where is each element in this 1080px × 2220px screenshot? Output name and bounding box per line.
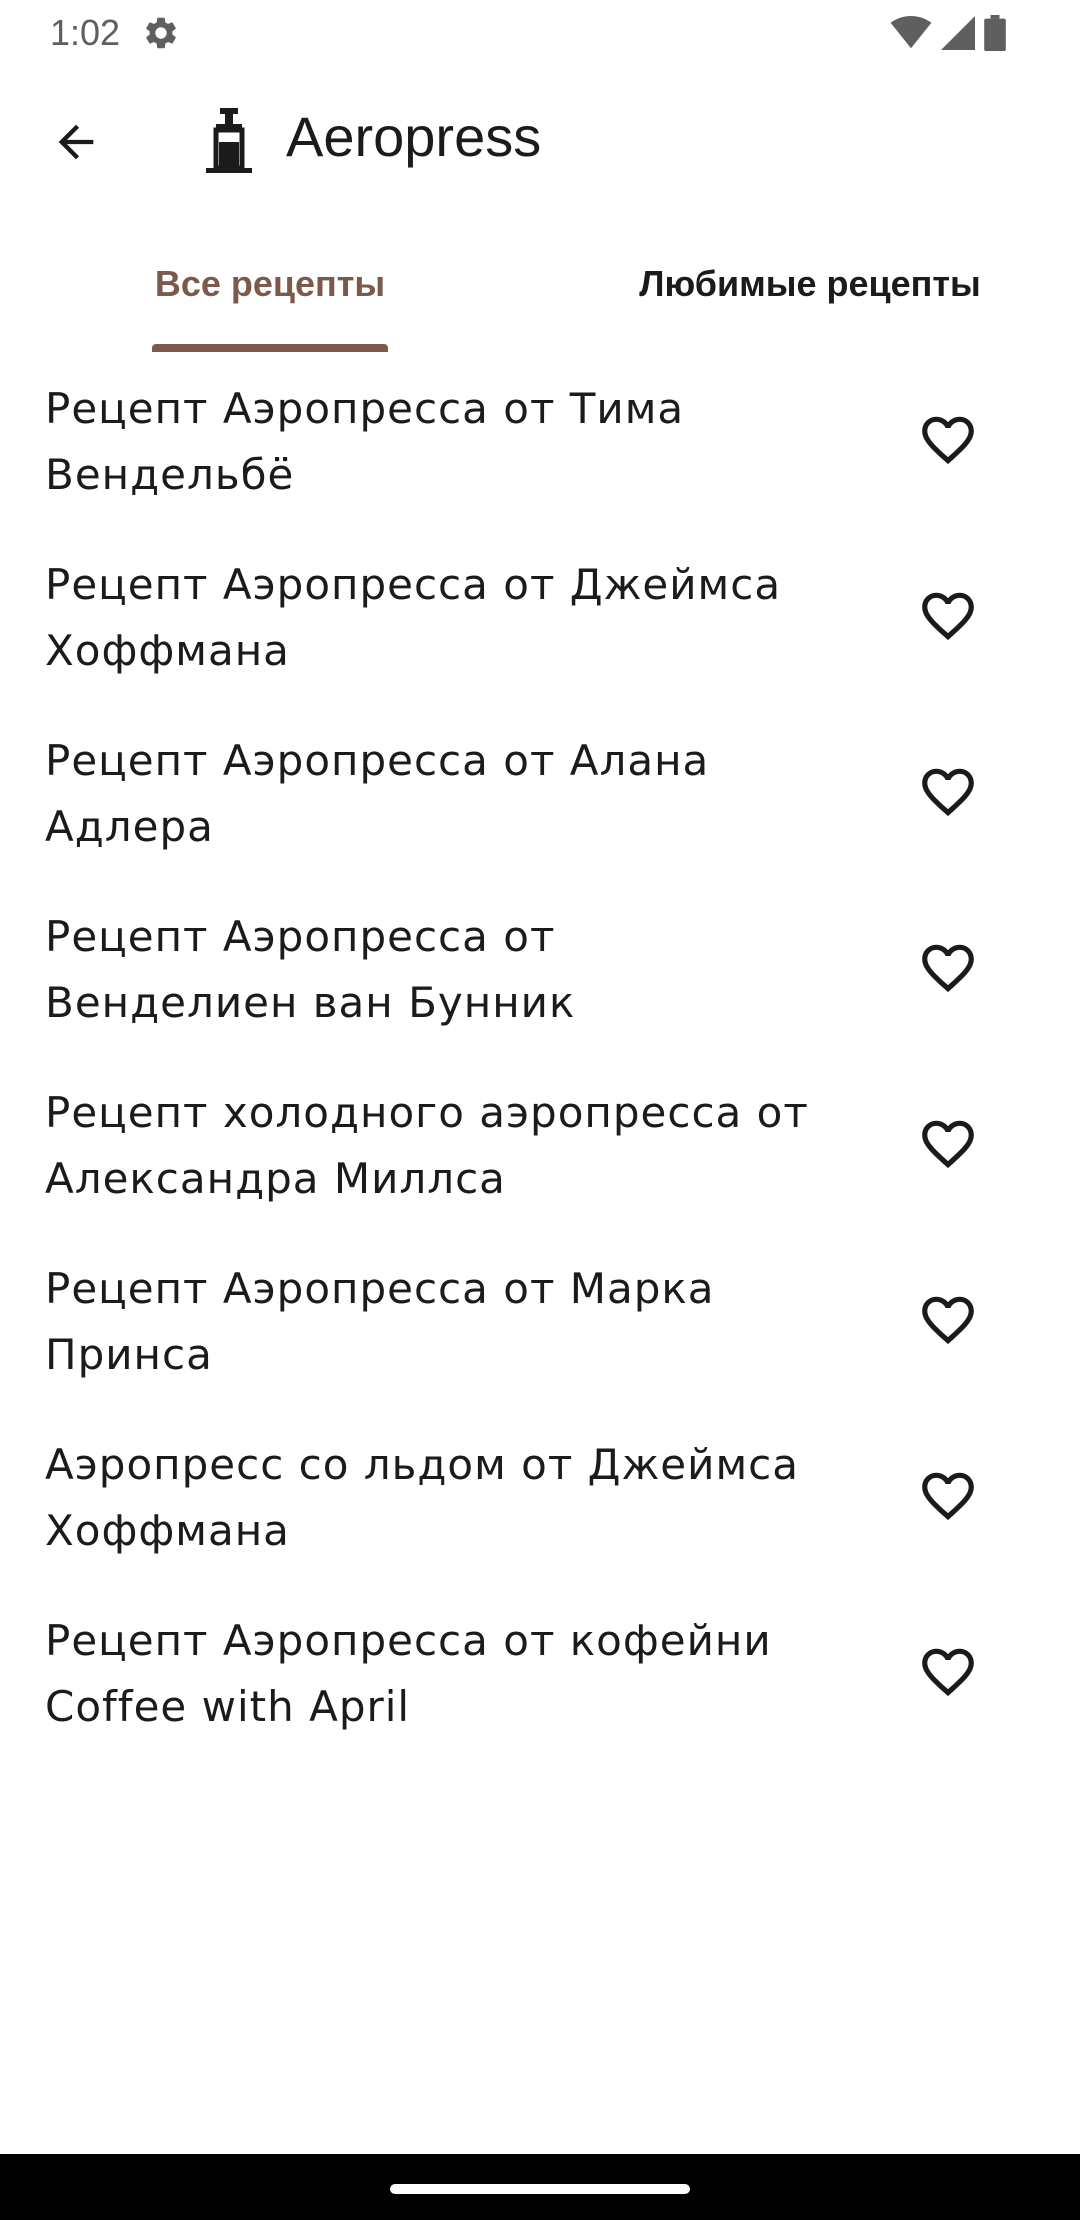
aeropress-icon (206, 108, 252, 173)
navigation-bar (0, 2154, 1080, 2220)
recipe-list: Рецепт Аэропресса от Тима Вендельбё Реце… (0, 352, 1080, 1760)
signal-icon (941, 16, 975, 50)
favorite-button[interactable] (908, 756, 988, 828)
status-icons (890, 14, 1006, 52)
list-item[interactable]: Рецепт Аэропресса от Тима Вендельбё (0, 352, 1080, 528)
list-item[interactable]: Рецепт Аэропресса от Алана Адлера (0, 704, 1080, 880)
gear-icon (146, 17, 176, 49)
back-button[interactable] (40, 106, 112, 178)
arrow-back-icon (58, 124, 94, 160)
favorite-button[interactable] (908, 404, 988, 476)
favorite-button[interactable] (908, 580, 988, 652)
tab-indicator (152, 344, 388, 352)
tab-favorite-recipes[interactable]: Любимые рецепты (540, 216, 1080, 352)
list-item[interactable]: Аэропресс со льдом от Джеймса Хоффмана (0, 1408, 1080, 1584)
favorite-button[interactable] (908, 1636, 988, 1708)
battery-icon (984, 15, 1006, 51)
list-item[interactable]: Рецепт Аэропресса от Венделиен ван Бунни… (0, 880, 1080, 1056)
heart-outline-icon (922, 1648, 974, 1697)
recipe-name: Рецепт Аэропресса от кофейни Coffee with… (45, 1616, 772, 1731)
heart-outline-icon (922, 1296, 974, 1345)
list-item[interactable]: Рецепт холодного аэропресса от Александр… (0, 1056, 1080, 1232)
app-bar: Aeropress (0, 66, 1080, 216)
list-item[interactable]: Рецепт Аэропресса от Джеймса Хоффмана (0, 528, 1080, 704)
list-item[interactable]: Рецепт Аэропресса от кофейни Coffee with… (0, 1584, 1080, 1760)
wifi-icon (890, 16, 932, 49)
recipe-name: Рецепт Аэропресса от Тима Вендельбё (45, 384, 685, 499)
status-time: 1:02 (50, 12, 121, 53)
list-item[interactable]: Рецепт Аэропресса от Марка Принса (0, 1232, 1080, 1408)
favorite-button[interactable] (908, 932, 988, 1004)
recipe-name: Рецепт Аэропресса от Алана Адлера (45, 736, 710, 851)
favorite-button[interactable] (908, 1284, 988, 1356)
favorite-button[interactable] (908, 1460, 988, 1532)
heart-outline-icon (922, 1472, 974, 1521)
tab-bar: Все рецепты Любимые рецепты (0, 216, 1080, 352)
favorite-button[interactable] (908, 1108, 988, 1180)
recipe-name: Рецепт Аэропресса от Марка Принса (45, 1264, 715, 1379)
recipe-name: Рецепт Аэропресса от Венделиен ван Бунни… (45, 912, 576, 1027)
heart-outline-icon (922, 768, 974, 817)
heart-outline-icon (922, 1120, 974, 1169)
heart-outline-icon (922, 416, 974, 465)
recipe-name: Аэропресс со льдом от Джеймса Хоффмана (45, 1440, 799, 1555)
page-title: Aeropress (286, 105, 542, 168)
tab-all-recipes[interactable]: Все рецепты (0, 216, 540, 352)
heart-outline-icon (922, 944, 974, 993)
recipe-name: Рецепт холодного аэропресса от Александр… (45, 1088, 809, 1203)
recipe-name: Рецепт Аэропресса от Джеймса Хоффмана (45, 560, 782, 675)
home-gesture-handle[interactable] (390, 2184, 690, 2194)
heart-outline-icon (922, 592, 974, 641)
status-bar: 1:02 (0, 0, 1080, 66)
